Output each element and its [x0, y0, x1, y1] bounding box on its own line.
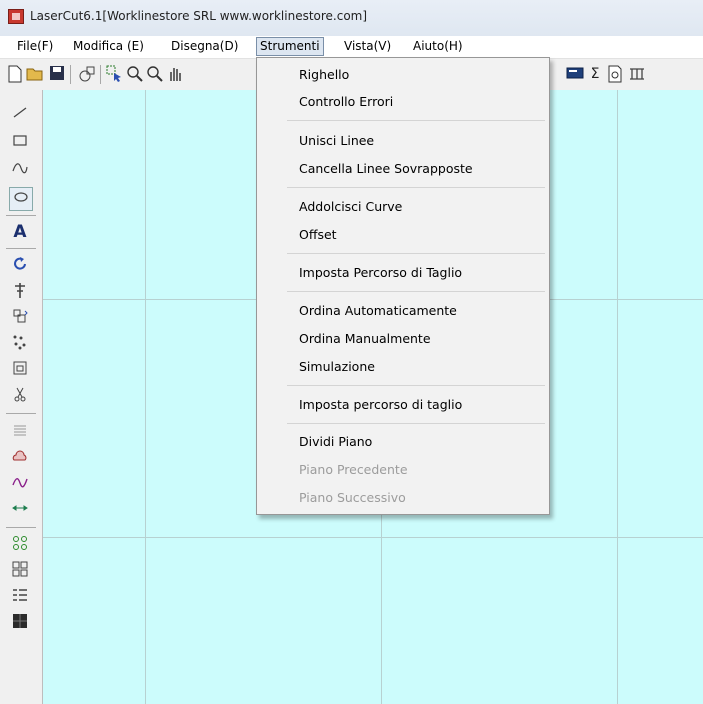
new-icon[interactable]: [6, 65, 24, 83]
display-icon[interactable]: [566, 65, 584, 83]
measure-icon[interactable]: [9, 499, 31, 521]
menu-file[interactable]: File(F): [14, 38, 56, 55]
toolbar-separator: [100, 65, 101, 84]
menu-item-righello[interactable]: Righello: [299, 66, 349, 84]
hatch-icon[interactable]: [9, 421, 31, 443]
app-icon: [8, 9, 24, 24]
fill-icon[interactable]: [9, 612, 31, 634]
menu-item-ordina-automaticamente[interactable]: Ordina Automaticamente: [299, 302, 457, 320]
menu-strumenti[interactable]: Strumenti: [256, 37, 324, 56]
title-bar: LaserCut6.1[Worklinestore SRL www.workli…: [0, 0, 703, 36]
line-icon[interactable]: [9, 103, 31, 125]
rotate-icon[interactable]: [9, 255, 31, 277]
menu-separator: [287, 291, 545, 292]
grid-icon[interactable]: [9, 560, 31, 582]
toolbar-separator: [6, 215, 36, 216]
menu-item-piano-precedente: Piano Precedente: [299, 462, 408, 477]
toolbar-separator: [70, 65, 71, 84]
menu-modifica[interactable]: Modifica (E): [70, 38, 147, 55]
strumenti-dropdown-menu: Righello Controllo Errori Unisci Linee C…: [256, 57, 550, 515]
menu-item-simulazione[interactable]: Simulazione: [299, 358, 375, 376]
menu-item-piano-successivo: Piano Successivo: [299, 490, 406, 505]
grid-line: [43, 537, 703, 538]
menu-item-cancella-linee-sovrapposte[interactable]: Cancella Linee Sovrapposte: [299, 160, 473, 178]
toolbar-separator: [6, 527, 36, 528]
select-icon[interactable]: [106, 65, 124, 83]
scissors-icon[interactable]: [9, 385, 31, 407]
menu-item-imposta-percorso-di-taglio-2[interactable]: Imposta percorso di taglio: [299, 396, 462, 414]
array-icon[interactable]: [9, 307, 31, 329]
toolbar-separator: [6, 248, 36, 249]
preview-icon[interactable]: [606, 65, 624, 83]
text-icon[interactable]: A: [9, 221, 31, 243]
menu-separator: [287, 187, 545, 188]
list-icon[interactable]: [9, 586, 31, 608]
toolbar-separator: [6, 413, 36, 414]
pan-icon[interactable]: [166, 65, 184, 83]
menu-item-ordina-manualmente[interactable]: Ordina Manualmente: [299, 330, 431, 348]
rectangle-icon[interactable]: [9, 131, 31, 153]
dots-icon[interactable]: [9, 333, 31, 355]
window-title: LaserCut6.1[Worklinestore SRL www.workli…: [30, 9, 368, 23]
crop-icon[interactable]: [9, 359, 31, 381]
curve-icon[interactable]: [9, 159, 31, 181]
grid-line: [617, 90, 618, 704]
menu-item-addolcisci-curve[interactable]: Addolcisci Curve: [299, 198, 402, 216]
group-icon[interactable]: [9, 534, 31, 556]
zoom-in-icon[interactable]: [126, 65, 144, 83]
connect-icon[interactable]: [78, 65, 96, 83]
ellipse-icon[interactable]: [9, 187, 33, 211]
menu-vista[interactable]: Vista(V): [341, 38, 394, 55]
menu-separator: [287, 253, 545, 254]
grid-line: [145, 90, 146, 704]
save-icon[interactable]: [48, 65, 66, 83]
menu-item-dividi-piano[interactable]: Dividi Piano: [299, 433, 372, 451]
menu-bar: File(F) Modifica (E) Disegna(D) Strument…: [0, 36, 703, 59]
menu-separator: [287, 120, 545, 121]
config-icon[interactable]: [628, 65, 646, 83]
sum-icon[interactable]: Σ: [586, 65, 604, 83]
menu-item-controllo-errori[interactable]: Controllo Errori: [299, 93, 393, 111]
menu-item-offset[interactable]: Offset: [299, 226, 337, 244]
left-toolbar: A: [0, 90, 43, 704]
menu-separator: [287, 423, 545, 424]
open-icon[interactable]: [26, 65, 44, 83]
menu-disegna[interactable]: Disegna(D): [168, 38, 241, 55]
menu-aiuto[interactable]: Aiuto(H): [410, 38, 466, 55]
menu-separator: [287, 385, 545, 386]
wave-icon[interactable]: [9, 473, 31, 495]
cloud-icon[interactable]: [9, 447, 31, 469]
zoom-icon[interactable]: [146, 65, 164, 83]
menu-item-imposta-percorso-di-taglio[interactable]: Imposta Percorso di Taglio: [299, 264, 462, 282]
menu-item-unisci-linee[interactable]: Unisci Linee: [299, 132, 374, 150]
align-icon[interactable]: [9, 281, 31, 303]
